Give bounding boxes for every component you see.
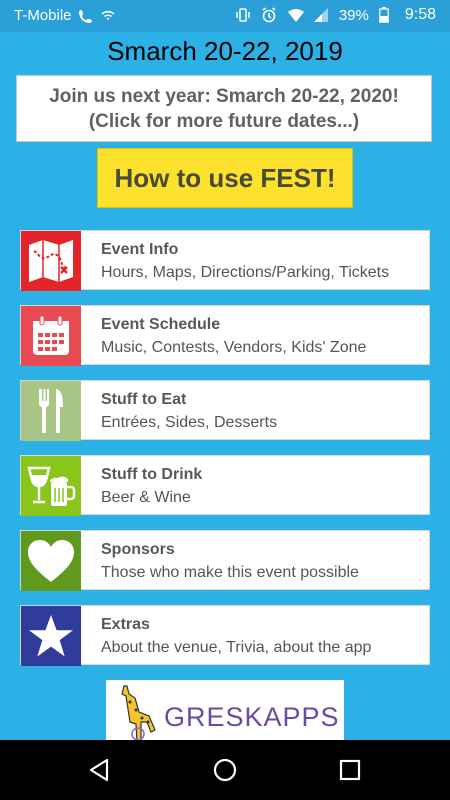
how-to-use-button[interactable]: How to use FEST! [97, 148, 353, 208]
vpn-icon [100, 8, 116, 24]
menu-item-stuff-to-drink[interactable]: Stuff to Drink Beer & Wine [20, 455, 430, 516]
navigation-bar [0, 740, 450, 800]
menu-item-title: Stuff to Eat [101, 391, 187, 408]
menu-item-title: Extras [101, 616, 150, 633]
fork-knife-icon [21, 381, 81, 441]
sponsor-banner[interactable]: GRESKAPPS [106, 680, 344, 740]
menu-item-subtitle: Beer & Wine [101, 489, 191, 506]
clock: 9:58 [404, 6, 436, 23]
battery-icon [379, 7, 395, 23]
future-dates-notice[interactable]: Join us next year: Smarch 20-22, 2020! (… [16, 75, 432, 142]
status-bar: T-Mobile 39% 9:58 [0, 0, 450, 32]
giraffe-logo-icon [116, 682, 160, 740]
home-icon[interactable] [210, 755, 240, 785]
menu-item-subtitle: Hours, Maps, Directions/Parking, Tickets [101, 264, 390, 281]
recents-icon[interactable] [335, 755, 365, 785]
vibrate-icon [235, 7, 251, 23]
menu-item-title: Event Info [101, 241, 179, 258]
menu-item-event-schedule[interactable]: Event Schedule Music, Contests, Vendors,… [20, 305, 430, 366]
menu-item-subtitle: Those who make this event possible [101, 564, 359, 581]
carrier-label: T-Mobile [14, 7, 72, 24]
menu-item-subtitle: About the venue, Trivia, about the app [101, 639, 372, 656]
menu-item-subtitle: Entrées, Sides, Desserts [101, 414, 278, 431]
heart-icon [21, 531, 81, 591]
alarm-icon [261, 7, 277, 23]
notice-line-2: (Click for more future dates...) [88, 111, 360, 132]
calendar-icon [21, 306, 81, 366]
wifi-icon [287, 7, 304, 23]
wifi-calling-icon [78, 8, 94, 24]
menu-item-title: Event Schedule [101, 316, 221, 333]
menu-item-title: Stuff to Drink [101, 466, 203, 483]
map-icon [21, 231, 81, 291]
main-content: Smarch 20-22, 2019 Join us next year: Sm… [0, 32, 450, 740]
menu-item-event-info[interactable]: Event Info Hours, Maps, Directions/Parki… [20, 230, 430, 291]
drinks-icon [21, 456, 81, 516]
back-icon[interactable] [85, 755, 115, 785]
battery-percent: 39% [338, 6, 369, 24]
menu-item-title: Sponsors [101, 541, 175, 558]
sponsor-name: GRESKAPPS [164, 702, 340, 732]
menu-item-extras[interactable]: Extras About the venue, Trivia, about th… [20, 605, 430, 666]
signal-icon [313, 7, 329, 23]
menu-item-subtitle: Music, Contests, Vendors, Kids' Zone [101, 339, 367, 356]
menu-item-stuff-to-eat[interactable]: Stuff to Eat Entrées, Sides, Desserts [20, 380, 430, 441]
notice-line-1: Join us next year: Smarch 20-22, 2020! [49, 86, 399, 107]
page-title: Smarch 20-22, 2019 [107, 36, 343, 66]
menu-item-sponsors[interactable]: Sponsors Those who make this event possi… [20, 530, 430, 591]
star-icon [21, 606, 81, 666]
